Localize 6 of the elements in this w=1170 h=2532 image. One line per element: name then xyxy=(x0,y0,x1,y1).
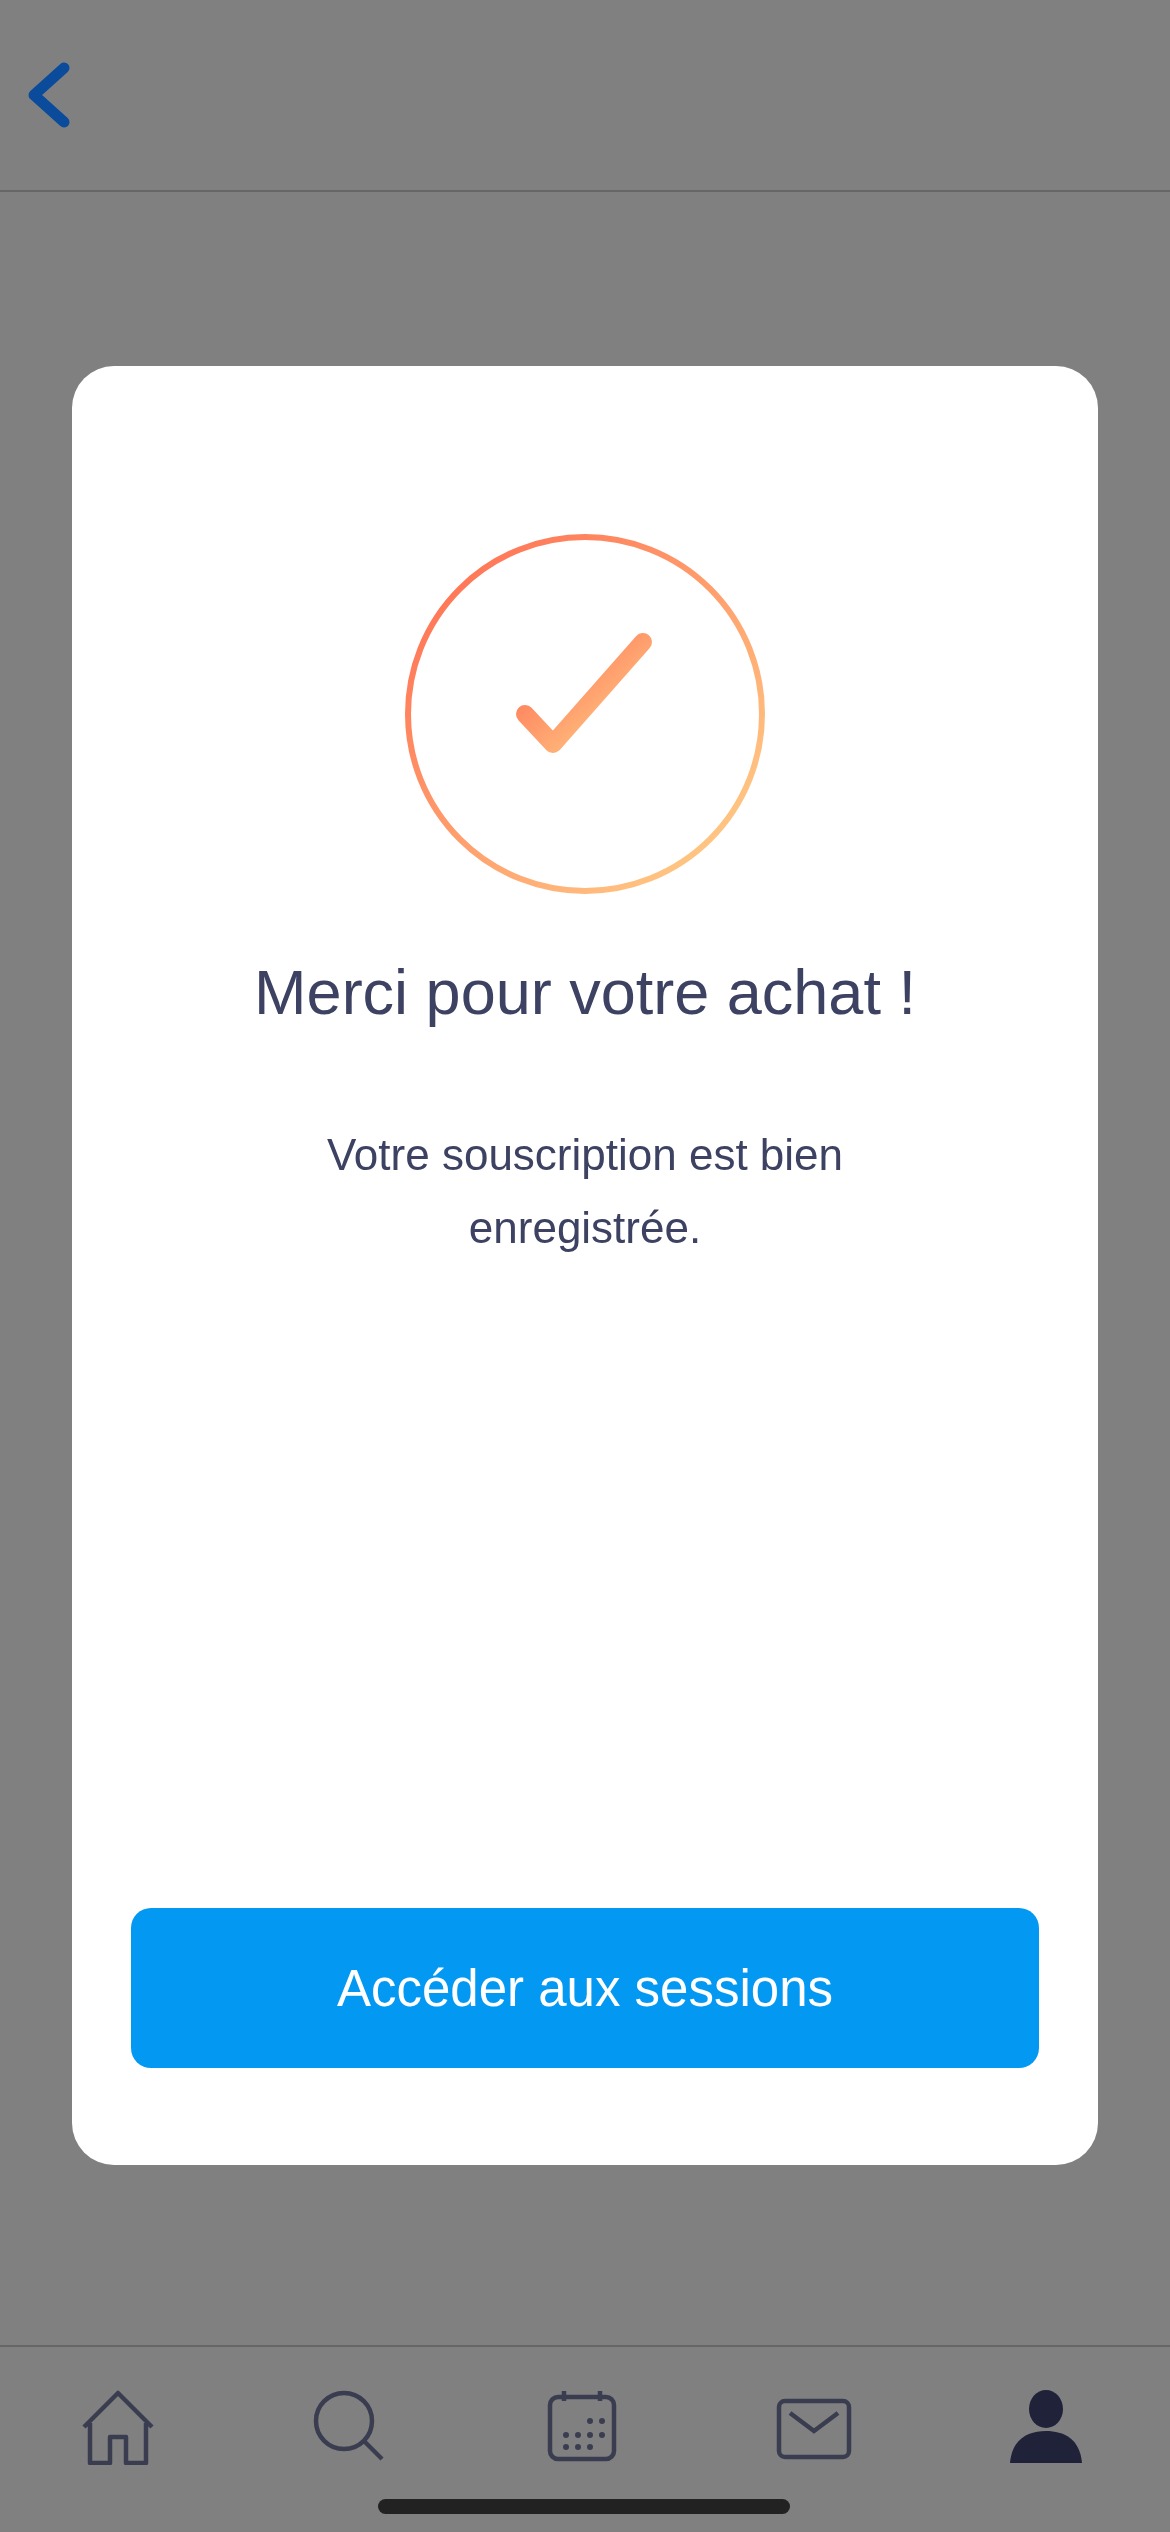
dialog-message: Votre souscription est bien enregistrée. xyxy=(325,1129,845,1254)
person-icon xyxy=(1008,2389,1084,2465)
access-sessions-button[interactable]: Accéder aux sessions xyxy=(131,1908,1039,2068)
home-icon xyxy=(80,2389,156,2465)
dialog-title: Merci pour votre achat ! xyxy=(254,956,916,1028)
checkmark-circle-icon xyxy=(403,532,767,896)
